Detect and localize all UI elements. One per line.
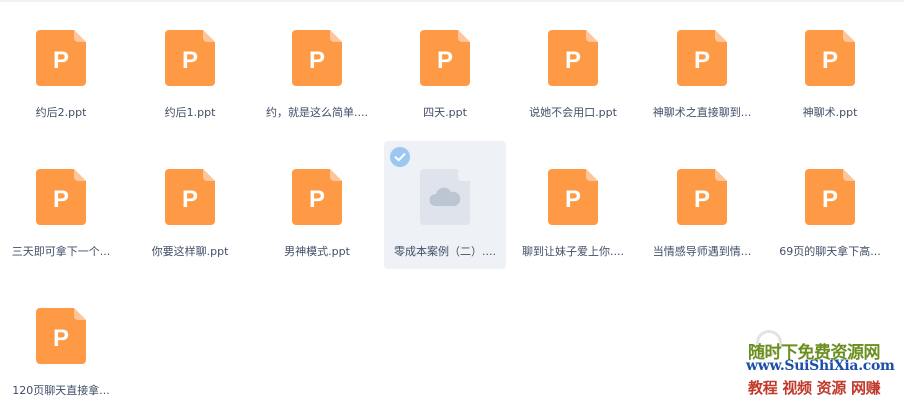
file-name-label: 零成本案例（二）.... bbox=[394, 245, 496, 258]
svg-text:P: P bbox=[53, 325, 69, 352]
file-name-label: 神聊术之直接聊到... bbox=[652, 106, 752, 119]
ppt-file-icon: P bbox=[420, 30, 470, 86]
svg-text:P: P bbox=[694, 47, 710, 74]
svg-text:P: P bbox=[309, 186, 325, 213]
file-name-label: 聊到让妹子爱上你.... bbox=[522, 245, 624, 258]
ppt-file-icon: P bbox=[677, 30, 727, 86]
file-tile[interactable]: P 约后2.ppt bbox=[0, 2, 122, 130]
file-tile[interactable]: P 神聊术.ppt bbox=[769, 2, 891, 130]
check-circle-icon[interactable] bbox=[390, 147, 410, 167]
file-tile[interactable]: 零成本案例（二）.... bbox=[384, 141, 506, 269]
ppt-file-icon: P bbox=[677, 169, 727, 225]
ppt-file-icon: P bbox=[165, 169, 215, 225]
svg-text:P: P bbox=[565, 47, 581, 74]
file-name-label: 69页的聊天拿下高... bbox=[779, 245, 881, 258]
ppt-file-icon: P bbox=[292, 169, 342, 225]
file-tile[interactable]: P 120页聊天直接拿... bbox=[0, 280, 122, 401]
file-name-label: 当情感导师遇到情... bbox=[652, 245, 752, 258]
watermark-url: www.SuiShiXia.com bbox=[746, 358, 895, 374]
file-tile[interactable]: P 说她不会用口.ppt bbox=[512, 2, 634, 130]
ppt-file-icon: P bbox=[292, 30, 342, 86]
svg-text:P: P bbox=[694, 186, 710, 213]
ppt-file-icon: P bbox=[548, 30, 598, 86]
ppt-file-icon: P bbox=[548, 169, 598, 225]
file-name-label: 120页聊天直接拿... bbox=[12, 384, 110, 397]
file-tile[interactable]: P 四天.ppt bbox=[384, 2, 506, 130]
file-tile[interactable]: P 69页的聊天拿下高... bbox=[769, 141, 891, 269]
file-tile[interactable]: P 神聊术之直接聊到... bbox=[641, 2, 763, 130]
ppt-file-icon: P bbox=[36, 169, 86, 225]
file-browser-window: P 约后2.ppt P 约后1.ppt P 约，就是这么简单.... P 四天.ppt P 说她不… bbox=[0, 0, 904, 401]
svg-text:P: P bbox=[53, 186, 69, 213]
svg-text:P: P bbox=[437, 47, 453, 74]
svg-text:P: P bbox=[53, 47, 69, 74]
svg-text:P: P bbox=[309, 47, 325, 74]
file-name-label: 男神模式.ppt bbox=[284, 245, 350, 258]
file-tile[interactable]: P 男神模式.ppt bbox=[256, 141, 378, 269]
watermark: 随时下免费资源网 www.SuiShiXia.com 教程 视频 资源 网赚 bbox=[746, 330, 902, 398]
svg-text:P: P bbox=[822, 47, 838, 74]
ppt-file-icon: P bbox=[36, 30, 86, 86]
file-name-label: 约后1.ppt bbox=[164, 106, 216, 119]
watermark-tagline: 教程 视频 资源 网赚 bbox=[748, 379, 881, 397]
file-name-label: 神聊术.ppt bbox=[802, 106, 858, 119]
file-tile[interactable]: P 聊到让妹子爱上你.... bbox=[512, 141, 634, 269]
file-name-label: 约后2.ppt bbox=[35, 106, 87, 119]
file-name-label: 你要这样聊.ppt bbox=[151, 245, 229, 258]
file-name-label: 说她不会用口.ppt bbox=[529, 106, 617, 119]
file-name-label: 三天即可拿下一个... bbox=[11, 245, 111, 258]
svg-text:P: P bbox=[822, 186, 838, 213]
cloud-file-icon bbox=[420, 169, 470, 225]
ppt-file-icon: P bbox=[805, 30, 855, 86]
file-tile[interactable]: P 三天即可拿下一个... bbox=[0, 141, 122, 269]
file-tile[interactable]: P 约后1.ppt bbox=[129, 2, 251, 130]
file-name-label: 约，就是这么简单.... bbox=[266, 106, 368, 119]
file-tile[interactable]: P 约，就是这么简单.... bbox=[256, 2, 378, 130]
ppt-file-icon: P bbox=[165, 30, 215, 86]
svg-text:P: P bbox=[565, 186, 581, 213]
svg-text:P: P bbox=[182, 47, 198, 74]
file-tile[interactable]: P 你要这样聊.ppt bbox=[129, 141, 251, 269]
ppt-file-icon: P bbox=[36, 308, 86, 364]
svg-text:P: P bbox=[182, 186, 198, 213]
ppt-file-icon: P bbox=[805, 169, 855, 225]
file-name-label: 四天.ppt bbox=[423, 106, 467, 119]
file-tile[interactable]: P 当情感导师遇到情... bbox=[641, 141, 763, 269]
